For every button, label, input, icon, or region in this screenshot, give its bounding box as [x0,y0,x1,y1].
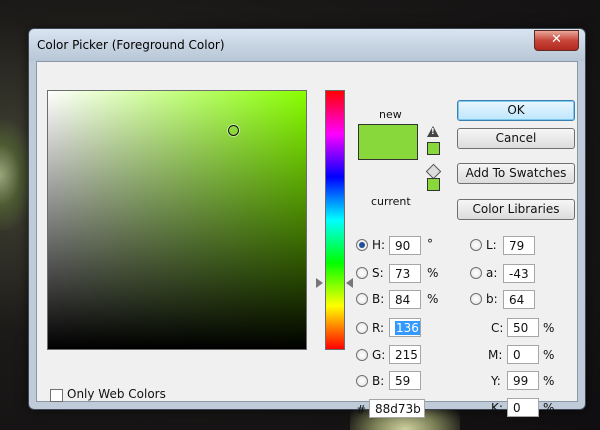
input-b-lab[interactable]: 64 [503,290,535,309]
input-g[interactable]: 215 [389,345,421,364]
label-g: G: [372,348,386,362]
hue-slider-right-arrow[interactable] [346,278,353,288]
only-web-colors-label: Only Web Colors [67,387,166,401]
close-button[interactable]: ✕ [534,30,579,51]
input-b-rgb[interactable]: 59 [389,371,421,390]
unit-y: % [543,374,555,388]
input-y[interactable]: 99 [507,371,539,390]
color-picker-dialog: Color Picker (Foreground Color) ✕ new cu… [28,28,586,418]
radio-a[interactable] [470,267,482,279]
radio-b-hsb[interactable] [356,293,368,305]
input-r[interactable]: 136 [389,318,421,337]
radio-s[interactable] [356,267,368,279]
hue-slider-left-arrow[interactable] [316,278,323,288]
unit-h: ° [427,237,433,251]
label-c: C: [491,321,504,335]
new-label: new [379,108,402,121]
label-s: S: [372,266,384,280]
new-color-swatch [359,125,417,142]
radio-h[interactable] [356,239,368,251]
only-web-colors-checkbox[interactable] [50,389,63,402]
unit-s: % [427,266,439,280]
radio-l[interactable] [470,239,482,251]
unit-c: % [543,321,555,335]
color-preview [358,124,418,160]
input-r-value: 136 [395,321,420,335]
current-label: current [371,195,411,208]
unit-m: % [543,348,555,362]
color-libraries-button[interactable]: Color Libraries [457,199,575,220]
input-m[interactable]: 0 [507,345,539,364]
label-r: R: [372,321,385,335]
window-title: Color Picker (Foreground Color) [37,38,225,52]
add-to-swatches-button[interactable]: Add To Swatches [457,163,575,184]
label-a: a: [486,266,498,280]
color-field-picker-ring[interactable] [228,125,239,136]
label-h: H: [372,238,386,252]
label-l: L: [486,238,497,252]
web-safe-swatch[interactable] [427,178,440,191]
color-field[interactable] [47,90,307,350]
label-y: Y: [491,374,501,388]
ok-button[interactable]: OK [457,100,575,121]
radio-b-lab[interactable] [470,293,482,305]
input-l[interactable]: 79 [503,236,535,255]
hex-input[interactable]: 88d73b [369,399,425,418]
current-color-swatch[interactable] [359,142,417,159]
label-b-lab: b: [486,292,498,306]
radio-r[interactable] [356,322,368,334]
input-s[interactable]: 73 [389,264,421,283]
radio-g[interactable] [356,349,368,361]
input-a[interactable]: -43 [503,264,535,283]
web-safe-cube-icon[interactable] [425,163,442,180]
label-m: M: [488,348,503,362]
unit-b-hsb: % [427,292,439,306]
hue-slider[interactable] [325,90,345,350]
title-bar[interactable]: Color Picker (Foreground Color) ✕ [29,29,585,61]
hex-label: # [356,403,367,417]
unit-k: % [543,401,555,415]
gamut-warning-icon[interactable] [427,126,439,137]
label-b-hsb: B: [372,292,385,306]
input-c[interactable]: 50 [507,318,539,337]
label-b-rgb: B: [372,374,385,388]
input-h[interactable]: 90 [389,236,421,255]
dialog-body: new current OK Cancel Add To Swatches Co… [36,61,578,418]
radio-b-rgb[interactable] [356,375,368,387]
cancel-button[interactable]: Cancel [457,128,575,149]
input-b-hsb[interactable]: 84 [389,290,421,309]
input-k[interactable]: 0 [507,398,539,417]
label-k: K: [491,401,503,415]
gamut-swatch[interactable] [427,142,440,155]
